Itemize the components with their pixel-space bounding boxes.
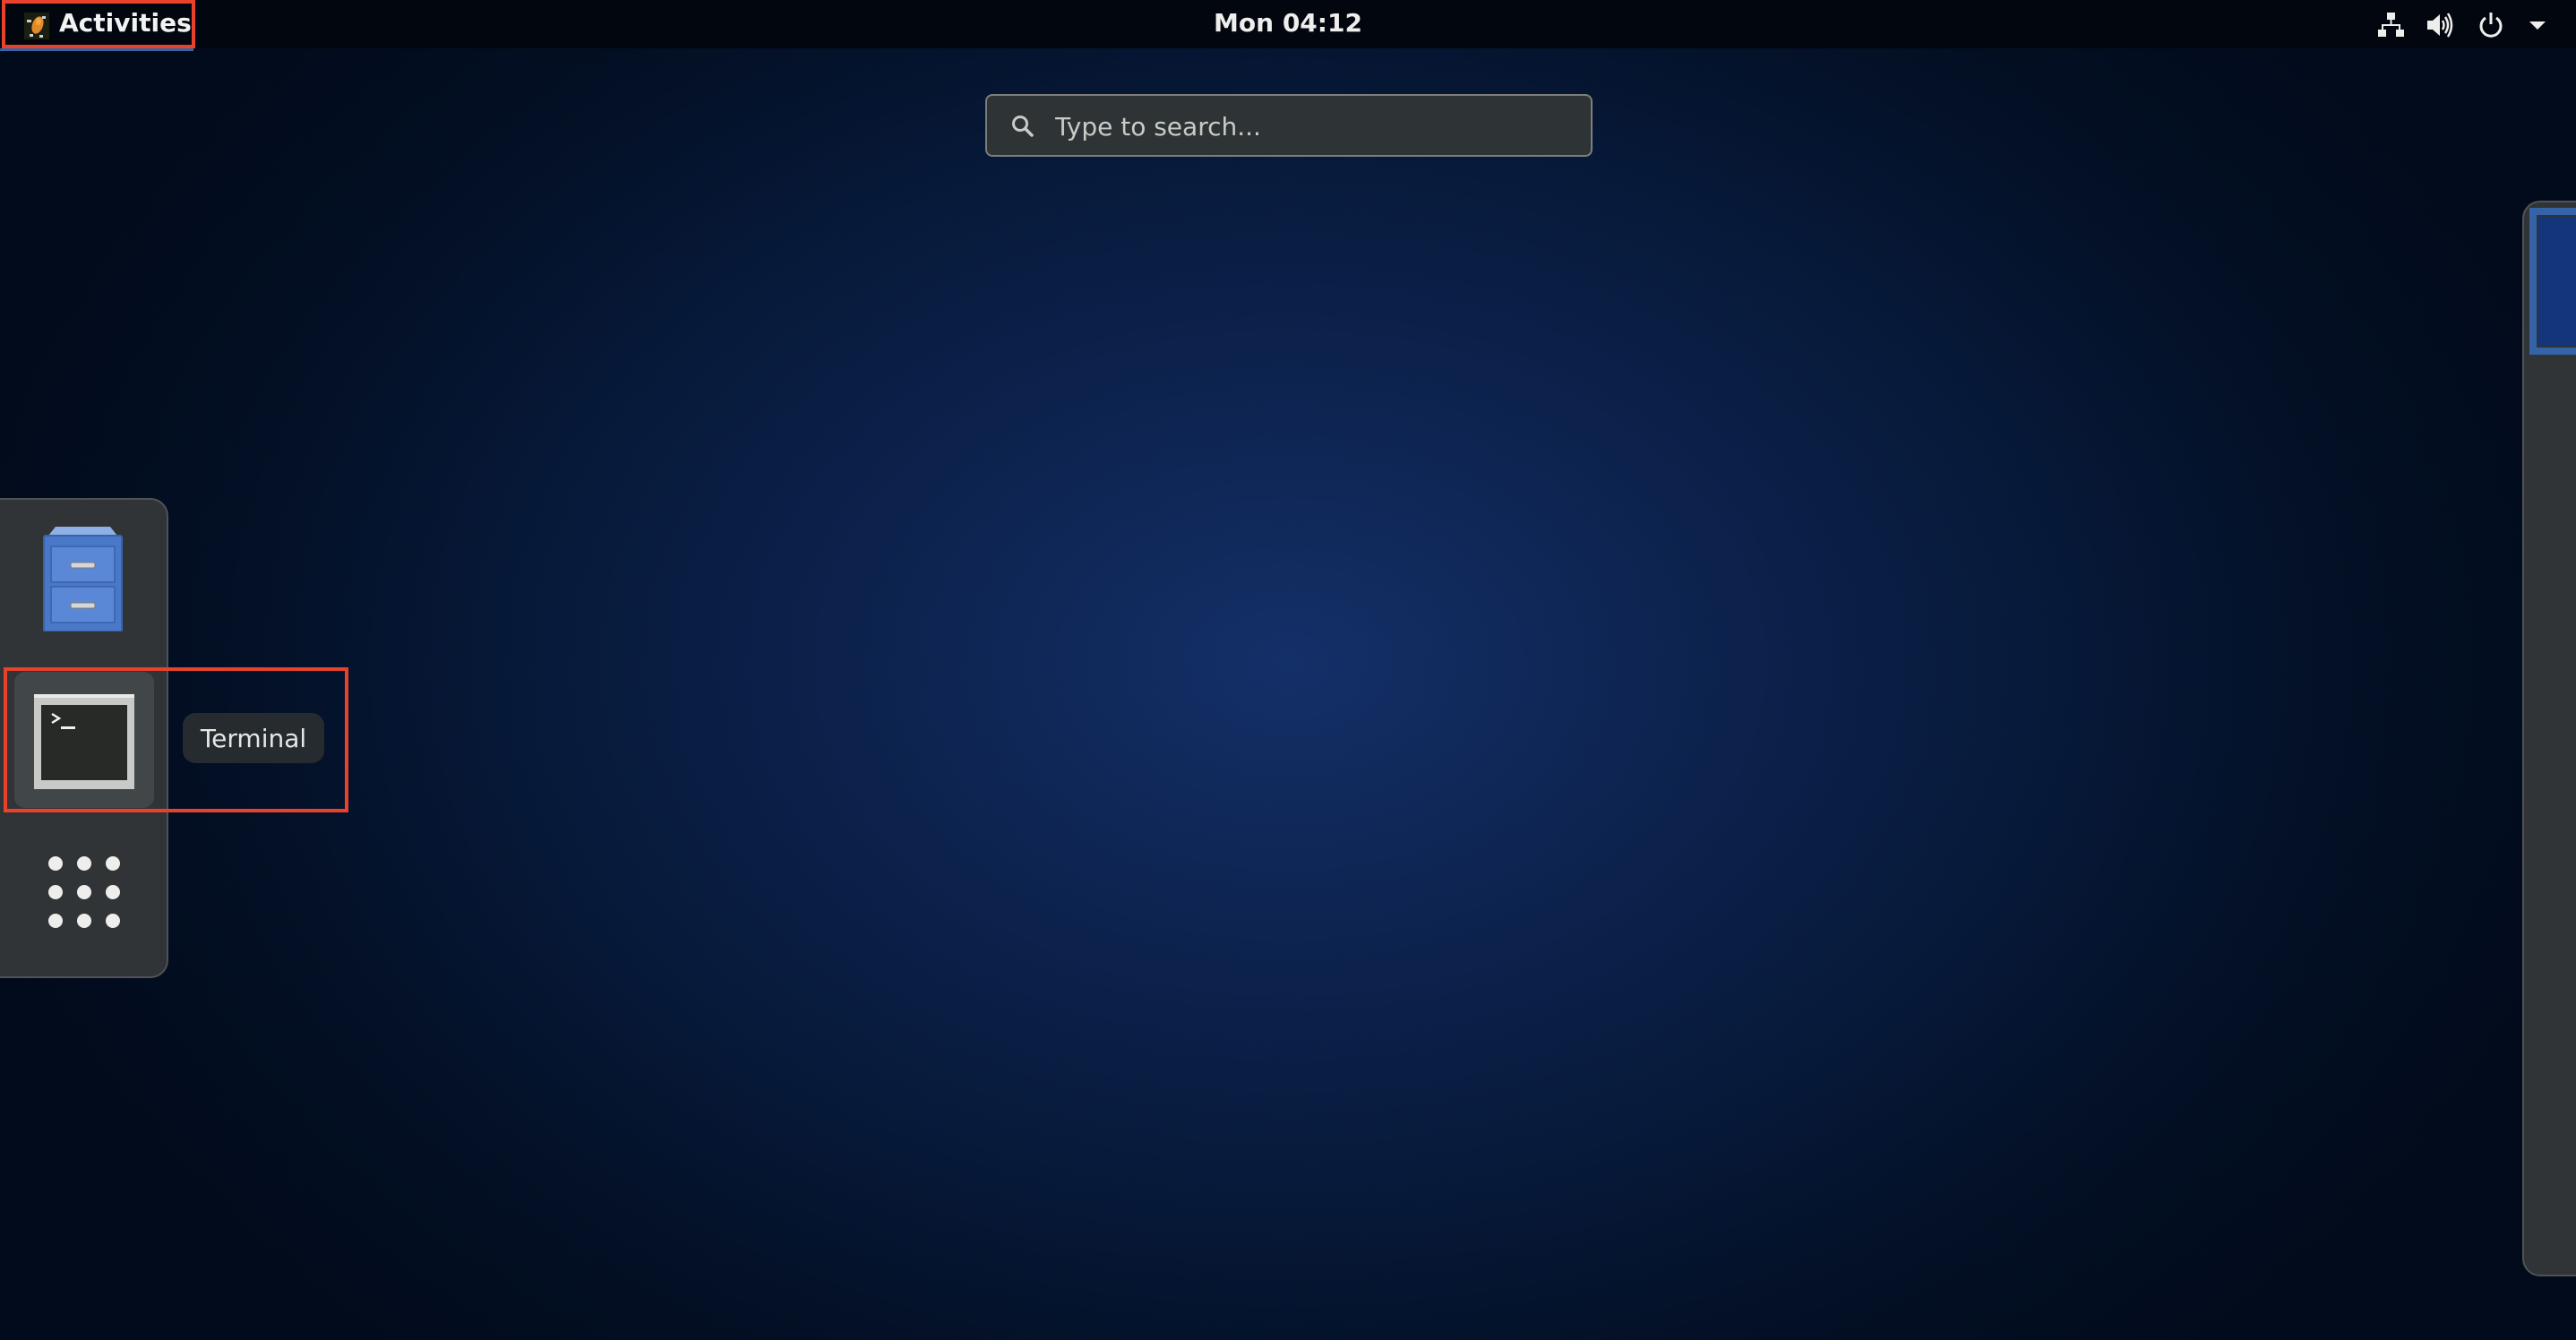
grid-dot (77, 856, 91, 871)
dash-tooltip: Terminal (183, 713, 324, 763)
grid-dot (106, 856, 120, 871)
network-wired-icon[interactable] (2375, 11, 2406, 39)
terminal-icon (34, 694, 134, 789)
grid-dot (48, 914, 63, 928)
file-cabinet-icon (43, 527, 123, 631)
dash-item-terminal[interactable] (14, 672, 154, 808)
search-icon (1012, 116, 1034, 137)
search-box[interactable] (985, 94, 1593, 157)
show-applications-button[interactable] (48, 856, 122, 930)
workspace-thumbnail-preview (2537, 215, 2576, 348)
grid-dot (106, 914, 120, 928)
system-tray[interactable] (2352, 0, 2576, 48)
grid-dot (48, 856, 63, 871)
activities-underline (0, 48, 193, 51)
grid-dot (48, 885, 63, 899)
power-icon[interactable] (2476, 11, 2506, 39)
workspace-switcher (2522, 201, 2576, 1276)
chevron-down-icon[interactable] (2522, 11, 2553, 39)
workspace-thumbnail-active[interactable] (2529, 208, 2576, 355)
volume-high-icon[interactable] (2426, 11, 2456, 39)
dash-item-files[interactable] (27, 520, 138, 636)
grid-dot (106, 885, 120, 899)
search-input[interactable] (1053, 105, 1576, 148)
grid-dot (77, 914, 91, 928)
clock[interactable]: Mon 04:12 (0, 8, 2576, 38)
grid-dot (77, 885, 91, 899)
top-bar: Activities Mon 04:12 (0, 0, 2576, 51)
